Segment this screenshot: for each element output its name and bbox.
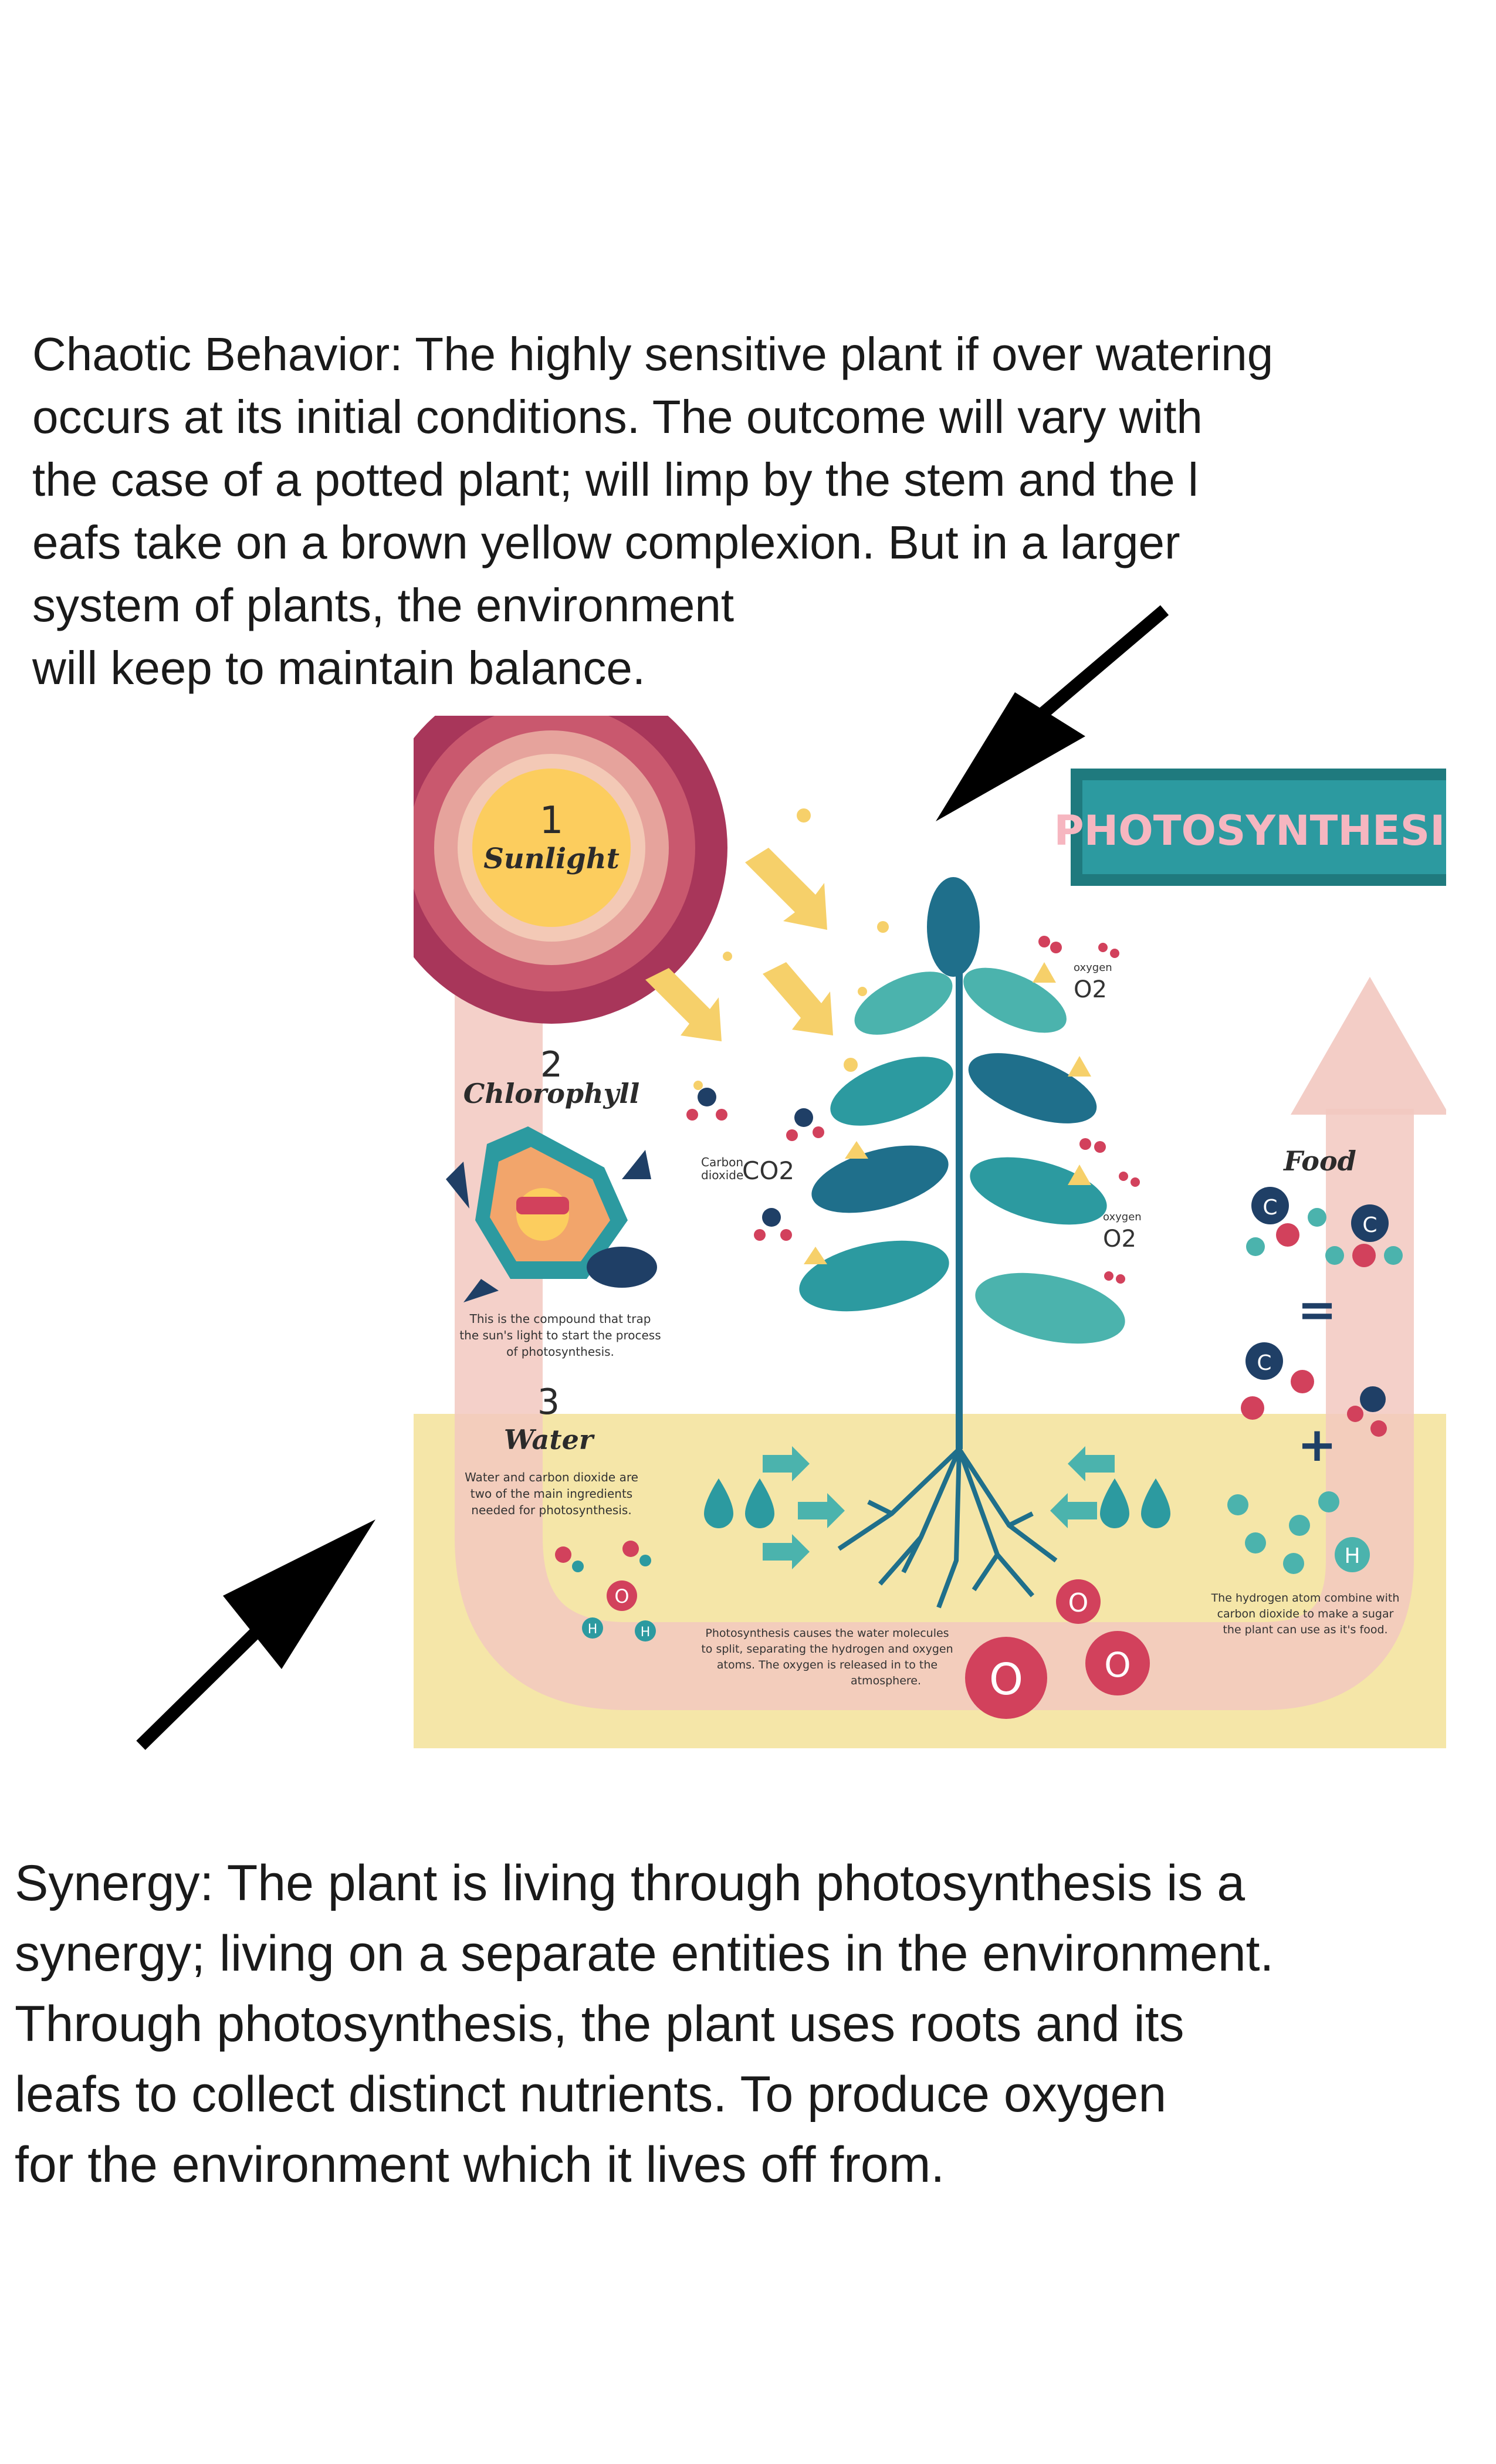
atom-h-label: H xyxy=(641,1625,651,1640)
equals-sign: = xyxy=(1297,1282,1336,1337)
step2-desc-line: the sun's light to start the process xyxy=(459,1328,661,1342)
atom-c-label: C xyxy=(1263,1196,1277,1220)
hydrogen-desc-line: carbon dioxide to make a sugar xyxy=(1217,1607,1394,1620)
hydrogen-desc-line: the plant can use as it's food. xyxy=(1223,1623,1387,1636)
step3-desc-line: needed for photosynthesis. xyxy=(471,1503,631,1517)
oxygen-label: O2 xyxy=(1074,976,1107,1003)
oxygen-small-label: oxygen xyxy=(1074,962,1112,974)
step2-label: Chlorophyll xyxy=(463,1078,639,1109)
step1-number: 1 xyxy=(540,799,564,842)
split-desc-line: atmosphere. xyxy=(851,1674,921,1687)
infographic-panel: 1 Sunlight PHOTOSYNTHESIS 2 Chlorophyll xyxy=(414,716,1474,1748)
split-desc-line: to split, separating the hydrogen and ox… xyxy=(701,1643,953,1656)
synergy-line: Synergy: The plant is living through pho… xyxy=(15,1855,1245,1911)
synergy-line: for the environment which it lives off f… xyxy=(15,2137,945,2193)
synergy-line: Through photosynthesis, the plant uses r… xyxy=(15,1996,1184,2052)
atom-o-label: O xyxy=(1104,1645,1131,1685)
atom-h-label: H xyxy=(588,1622,598,1637)
hydrogen-desc-line: The hydrogen atom combine with xyxy=(1211,1592,1400,1605)
atom-o-label: O xyxy=(1068,1588,1089,1618)
co2-small-label: dioxide xyxy=(701,1168,743,1182)
synergy-line: leafs to collect distinct nutrients. To … xyxy=(15,2066,1167,2123)
plus-sign: + xyxy=(1297,1417,1336,1472)
infographic-title: PHOTOSYNTHESIS xyxy=(1054,807,1474,855)
arrow-pointing-to-water xyxy=(136,1519,375,1750)
synergy-paragraph: Synergy: The plant is living through pho… xyxy=(15,1848,1274,2200)
step3-number: 3 xyxy=(537,1382,560,1423)
atom-o-label: O xyxy=(614,1585,629,1607)
oxygen-small-label: oxygen xyxy=(1103,1211,1142,1223)
step2-desc-line: This is the compound that trap xyxy=(469,1312,651,1326)
food-label: Food xyxy=(1282,1145,1356,1177)
atom-o-label: O xyxy=(989,1654,1023,1705)
atom-h-label: H xyxy=(1344,1544,1360,1568)
synergy-line: synergy; living on a separate entities i… xyxy=(15,1925,1274,1982)
oxygen-label: O2 xyxy=(1103,1226,1136,1253)
step3-desc-line: two of the main ingredients xyxy=(471,1487,632,1501)
step1-label: Sunlight xyxy=(483,842,620,875)
co2-small-label: Carbon xyxy=(701,1155,743,1169)
split-desc-line: Photosynthesis causes the water molecule… xyxy=(705,1627,949,1640)
split-desc-line: atoms. The oxygen is released in to the xyxy=(717,1659,937,1671)
co2-label: CO2 xyxy=(742,1156,794,1185)
atom-c-label: C xyxy=(1362,1213,1377,1237)
step2-desc-line: of photosynthesis. xyxy=(506,1345,614,1359)
step3-label: Water xyxy=(504,1424,595,1456)
atom-c-label: C xyxy=(1257,1351,1271,1375)
step3-desc-line: Water and carbon dioxide are xyxy=(465,1470,638,1484)
